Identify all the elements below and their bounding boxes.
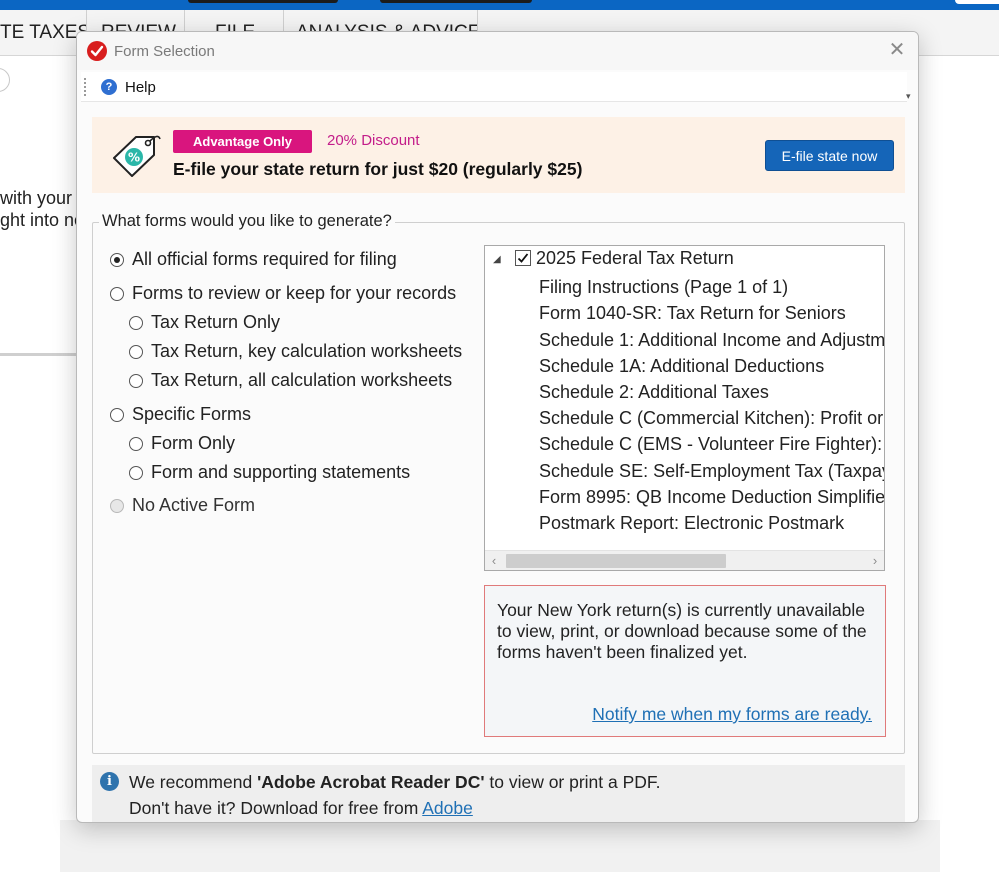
reader-recommendation: We recommend 'Adobe Acrobat Reader DC' t… [129,772,661,793]
radio-review-keep[interactable]: Forms to review or keep for your records [110,283,456,304]
radio-label: No Active Form [132,495,256,515]
radio-button[interactable] [129,373,143,388]
app-top-bar [0,0,999,10]
collapse-triangle-icon[interactable]: ◢ [493,254,501,265]
unavailable-notice: Your New York return(s) is currently una… [484,585,886,737]
background-text-line: with your [0,188,73,208]
notify-me-link[interactable]: Notify me when my forms are ready. [592,704,872,725]
radio-label: Tax Return, key calculation worksheets [151,341,463,361]
radio-label: All official forms required for filing [132,249,397,269]
dialog-title-bar[interactable]: Form Selection ✕ [77,32,918,70]
footer-text: to view or print a PDF. [484,772,661,792]
scrollbar-thumb[interactable] [506,554,726,568]
top-bar-control [955,0,999,4]
tree-root-label[interactable]: 2025 Federal Tax Return [536,248,734,269]
radio-label: Form Only [151,433,236,453]
tree-item[interactable]: Schedule 1A: Additional Deductions [539,356,824,377]
radio-no-active-form: No Active Form [110,495,255,516]
scroll-left-icon[interactable]: ‹ [485,552,503,570]
radio-button[interactable] [110,407,124,422]
radio-label: Forms to review or keep for your records [132,283,457,303]
radio-label: Tax Return Only [151,312,281,332]
federal-return-checkbox[interactable] [515,250,531,266]
tree-item[interactable]: Form 1040-SR: Tax Return for Seniors [539,303,846,324]
footer-bold-text: 'Adobe Acrobat Reader DC' [257,772,485,792]
tree-item[interactable]: Schedule 1: Additional Income and Adjust… [539,330,884,351]
advantage-badge: Advantage Only [173,130,312,153]
radio-button [110,498,124,513]
close-button[interactable]: ✕ [886,39,908,61]
footer-text: Don't have it? Download for free from [129,798,423,818]
top-bar-control [380,0,532,3]
notice-message: Your New York return(s) is currently una… [497,600,867,662]
radio-tax-return-key[interactable]: Tax Return, key calculation worksheets [129,341,462,362]
radio-form-only[interactable]: Form Only [129,433,235,454]
info-icon: i [100,772,119,791]
help-menu-item[interactable]: Help [125,79,156,96]
radio-all-official-forms[interactable]: All official forms required for filing [110,249,397,270]
tree-item[interactable]: Schedule SE: Self-Employment Tax (Taxpay… [539,461,884,482]
group-title: What forms would you like to generate? [99,212,395,231]
tree-item[interactable]: Postmark Report: Electronic Postmark [539,513,844,534]
top-bar-control [188,0,338,3]
form-selection-dialog: Form Selection ✕ ? Help ▾ % Advantage On… [76,31,919,823]
radio-specific-forms[interactable]: Specific Forms [110,404,251,425]
dialog-title: Form Selection [114,43,215,60]
radio-tax-return-only[interactable]: Tax Return Only [129,312,280,333]
promo-banner: % Advantage Only 20% Discount E-file you… [92,117,905,193]
efile-state-button[interactable]: E-file state now [765,140,894,171]
scroll-right-icon[interactable]: › [866,552,884,570]
nav-tab-state-taxes[interactable]: TE TAXES [0,10,87,56]
radio-button[interactable] [110,252,124,267]
radio-button[interactable] [129,315,143,330]
radio-button[interactable] [129,465,143,480]
radio-tax-return-all[interactable]: Tax Return, all calculation worksheets [129,370,452,391]
chevron-down-icon[interactable]: ▾ [906,91,911,102]
pdf-reader-footer: i We recommend 'Adobe Acrobat Reader DC'… [92,765,905,822]
background-divider [0,353,78,356]
tree-item[interactable]: Form 8995: QB Income Deduction Simplifie… [539,487,884,508]
dialog-drop-shadow [60,820,940,872]
radio-label: Specific Forms [132,404,252,424]
radio-button[interactable] [129,344,143,359]
app-check-icon [87,41,107,61]
tree-horizontal-scrollbar[interactable]: ‹ › [485,550,884,570]
tree-item[interactable]: Filing Instructions (Page 1 of 1) [539,277,788,298]
menu-bar: ? Help [81,72,907,102]
radio-button[interactable] [110,286,124,301]
tree-item[interactable]: Schedule C (EMS - Volunteer Fire Fighter… [539,434,884,455]
help-icon[interactable]: ? [101,79,117,95]
tree-item[interactable]: Schedule 2: Additional Taxes [539,382,769,403]
svg-text:%: % [128,151,140,165]
discount-label: 20% Discount [327,132,420,149]
download-line: Don't have it? Download for free from Ad… [129,798,473,819]
background-text-line: ght into ne [0,210,85,230]
price-tag-icon: % [110,131,164,186]
radio-label: Form and supporting statements [151,462,411,482]
menu-overflow[interactable]: ▾ [906,74,914,102]
toolbar-grip-icon[interactable] [84,78,87,96]
adobe-link[interactable]: Adobe [422,798,473,818]
footer-text: We recommend [129,772,258,792]
radio-button[interactable] [129,436,143,451]
promo-headline: E-file your state return for just $20 (r… [173,159,583,179]
radio-label: Tax Return, all calculation worksheets [151,370,453,390]
tree-item[interactable]: Schedule C (Commercial Kitchen): Profit … [539,408,884,429]
forms-tree[interactable]: ◢ 2025 Federal Tax Return Filing Instruc… [484,245,885,571]
radio-form-supporting[interactable]: Form and supporting statements [129,462,410,483]
